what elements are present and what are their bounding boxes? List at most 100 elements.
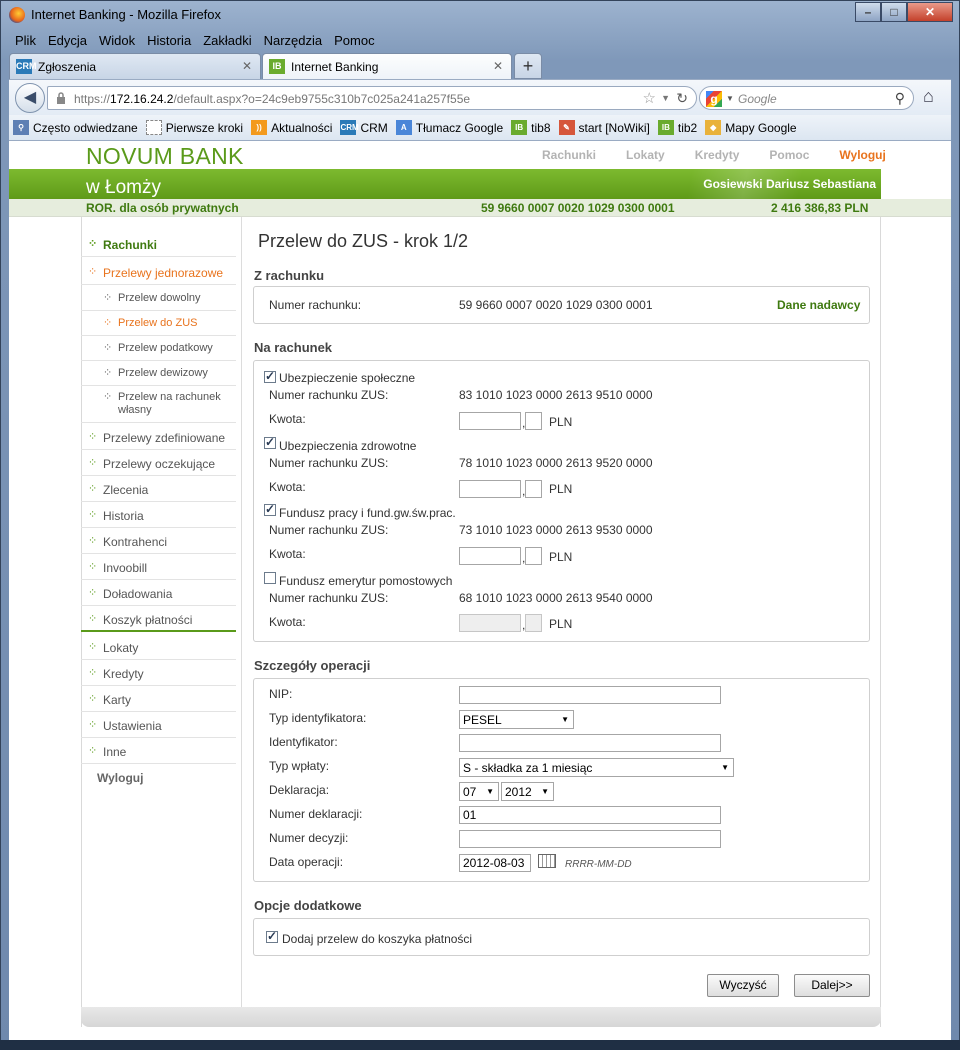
bookmark-aktualnosci[interactable]: )) Aktualności <box>251 120 332 135</box>
declaration-label: Deklaracja: <box>269 783 330 797</box>
zus-account-value: 83 1010 1023 0000 2613 9510 0000 <box>459 388 653 402</box>
bookmark-tib8[interactable]: IB tib8 <box>511 120 551 135</box>
payment-type-select[interactable]: S - składka za 1 miesiąc <box>459 758 734 777</box>
menu-file[interactable]: Plik <box>9 31 42 51</box>
currency-label: PLN <box>549 482 573 496</box>
declaration-number-input[interactable]: 01 <box>459 806 721 824</box>
amount-input-gr-disabled <box>525 614 542 632</box>
next-button[interactable]: Dalej>> <box>794 974 870 997</box>
sidebar-item-przelew-dowolny[interactable]: Przelew dowolny <box>81 285 236 311</box>
declaration-month-select[interactable]: 07 <box>459 782 499 801</box>
insurance-name: Fundusz emerytur pomostowych <box>279 574 453 588</box>
sidebar-item-przelew-na-rachunek-wlasny[interactable]: Przelew na rachunek własny <box>81 385 236 423</box>
bookmark-crm[interactable]: CRM CRM <box>340 120 388 135</box>
amount-input-gr[interactable] <box>525 547 542 565</box>
identifier-input[interactable] <box>459 734 721 752</box>
checkbox-fundusz-pracy[interactable] <box>264 502 276 516</box>
sidebar-item-lokaty[interactable]: Lokaty <box>81 634 236 660</box>
bookmark-star-icon[interactable]: ☆ <box>643 89 656 107</box>
top-nav-kredyty[interactable]: Kredyty <box>695 148 740 162</box>
menu-view[interactable]: Widok <box>93 31 141 51</box>
checkbox-add-to-cart[interactable] <box>266 929 278 943</box>
tab-label: Zgłoszenia <box>38 60 97 74</box>
tab-internet-banking[interactable]: IB Internet Banking ✕ <box>262 53 512 79</box>
sidebar-item-kredyty[interactable]: Kredyty <box>81 660 236 686</box>
sidebar-item-historia[interactable]: Historia <box>81 502 236 528</box>
url-bar[interactable]: https://172.16.24.2/default.aspx?o=24c9e… <box>47 86 697 110</box>
amount-label: Kwota: <box>269 480 306 494</box>
search-box[interactable]: g ▼ Google ⚲ <box>699 86 914 110</box>
declaration-year-select[interactable]: 2012 <box>501 782 554 801</box>
close-tab-icon[interactable]: ✕ <box>242 59 252 73</box>
operation-date-input[interactable]: 2012-08-03 <box>459 854 531 872</box>
decision-number-input[interactable] <box>459 830 721 848</box>
checkbox-ubezpieczenie-spoleczne[interactable] <box>264 369 276 383</box>
amount-input-gr[interactable] <box>525 480 542 498</box>
clear-button[interactable]: Wyczyść <box>707 974 779 997</box>
sender-data-link[interactable]: Dane nadawcy <box>777 298 860 312</box>
account-type[interactable]: ROR. dla osób prywatnych <box>86 201 239 215</box>
top-nav-lokaty[interactable]: Lokaty <box>626 148 665 162</box>
close-window-button[interactable]: ✕ <box>907 2 953 22</box>
home-icon[interactable]: ⌂ <box>923 86 934 107</box>
nip-input[interactable] <box>459 686 721 704</box>
bookmark-czesto-odwiedzane[interactable]: ⚲ Często odwiedzane <box>13 120 138 135</box>
menu-history[interactable]: Historia <box>141 31 197 51</box>
top-nav-rachunki[interactable]: Rachunki <box>542 148 596 162</box>
tab-zgloszenia[interactable]: CRM Zgłoszenia ✕ <box>9 53 261 79</box>
bookmark-pierwsze-kroki[interactable]: Pierwsze kroki <box>145 120 243 135</box>
sidebar-item-przelewy-oczekujace[interactable]: Przelewy oczekujące <box>81 450 236 476</box>
close-tab-icon[interactable]: ✕ <box>493 59 503 73</box>
new-tab-button[interactable]: + <box>514 53 542 79</box>
sidebar-item-przelew-dewizowy[interactable]: Przelew dewizowy <box>81 360 236 386</box>
sidebar-item-wyloguj[interactable]: Wyloguj <box>81 764 236 790</box>
sidebar-item-przelewy-jednorazowe[interactable]: Przelewy jednorazowe <box>81 259 236 285</box>
search-engine-dropdown-icon[interactable]: ▼ <box>726 94 734 103</box>
reload-icon[interactable]: ↻ <box>676 90 688 107</box>
minimize-button[interactable]: – <box>855 2 881 22</box>
tab-label: Internet Banking <box>291 60 379 74</box>
top-nav-pomoc[interactable]: Pomoc <box>769 148 809 162</box>
bookmark-tlumacz-google[interactable]: A Tłumacz Google <box>395 120 503 135</box>
sidebar-item-doladowania[interactable]: Doładowania <box>81 580 236 606</box>
sidebar-item-inne[interactable]: Inne <box>81 738 236 764</box>
sidebar-item-przelew-podatkowy[interactable]: Przelew podatkowy <box>81 335 236 361</box>
bookmark-start-nowiki[interactable]: ✎ start [NoWiki] <box>558 120 650 135</box>
checkbox-ubezpieczenia-zdrowotne[interactable] <box>264 435 276 449</box>
sidebar-item-zlecenia[interactable]: Zlecenia <box>81 476 236 502</box>
insurance-name: Fundusz pracy i fund.gw.św.prac. <box>279 506 456 520</box>
bookmark-mapy-google[interactable]: ◆ Mapy Google <box>705 120 797 135</box>
amount-input-zl[interactable] <box>459 480 521 498</box>
google-icon[interactable]: g <box>706 91 722 107</box>
menu-tools[interactable]: Narzędzia <box>258 31 329 51</box>
amount-input-gr[interactable] <box>525 412 542 430</box>
sidebar-item-karty[interactable]: Karty <box>81 686 236 712</box>
amount-input-zl[interactable] <box>459 547 521 565</box>
url-dropdown-icon[interactable]: ▼ <box>661 93 670 103</box>
menu-help[interactable]: Pomoc <box>328 31 380 51</box>
sidebar-item-kontrahenci[interactable]: Kontrahenci <box>81 528 236 554</box>
navigation-bar: ◀ https://172.16.24.2/default.aspx?o=24c… <box>9 79 951 115</box>
sidebar-item-invoobill[interactable]: Invoobill <box>81 554 236 580</box>
top-nav-wyloguj[interactable]: Wyloguj <box>839 148 885 162</box>
sidebar-item-rachunki[interactable]: Rachunki <box>81 231 236 257</box>
from-account-value: 59 9660 0007 0020 1029 0300 0001 <box>459 298 653 312</box>
sidebar-item-przelewy-zdefiniowane[interactable]: Przelewy zdefiniowane <box>81 424 236 450</box>
zus-account-value: 78 1010 1023 0000 2613 9520 0000 <box>459 456 653 470</box>
amount-input-zl[interactable] <box>459 412 521 430</box>
search-icon[interactable]: ⚲ <box>895 90 905 107</box>
bookmark-tib2[interactable]: IB tib2 <box>657 120 697 135</box>
sidebar-item-ustawienia[interactable]: Ustawienia <box>81 712 236 738</box>
bank-name: NOVUM BANK <box>86 143 244 169</box>
back-button[interactable]: ◀ <box>15 83 45 113</box>
page-footer <box>81 1007 881 1027</box>
id-type-select[interactable]: PESEL <box>459 710 574 729</box>
menu-edit[interactable]: Edycja <box>42 31 93 51</box>
page-title: Przelew do ZUS - krok 1/2 <box>258 231 469 251</box>
checkbox-fundusz-emerytur-pomostowych[interactable] <box>264 572 276 584</box>
sidebar-item-koszyk-platnosci[interactable]: Koszyk płatności <box>81 606 236 632</box>
menu-bookmarks[interactable]: Zakładki <box>197 31 257 51</box>
calendar-icon[interactable] <box>538 854 556 868</box>
sidebar-item-przelew-do-zus[interactable]: Przelew do ZUS <box>81 310 236 336</box>
maximize-button[interactable]: □ <box>881 2 907 22</box>
